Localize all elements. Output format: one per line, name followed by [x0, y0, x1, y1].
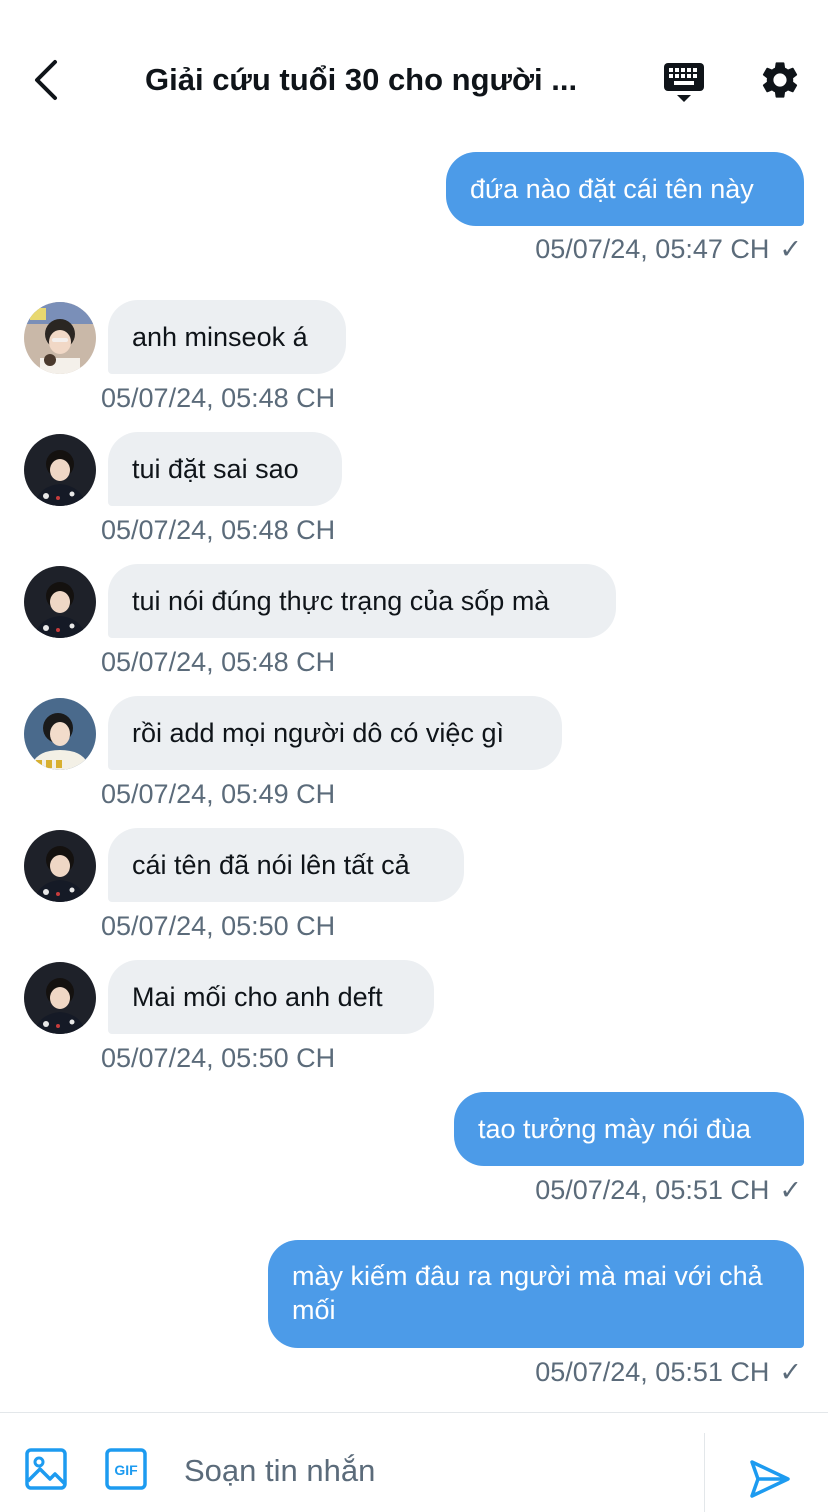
message-text: mày kiếm đâu ra người mà mai với chả mối	[292, 1261, 763, 1325]
avatar[interactable]	[24, 698, 96, 770]
keyboard-shortcuts-button[interactable]	[660, 58, 708, 106]
message-bubble-outgoing[interactable]: đứa nào đặt cái tên này	[446, 152, 804, 226]
message-bubble-outgoing[interactable]: tao tưởng mày nói đùa	[454, 1092, 804, 1166]
svg-text:GIF: GIF	[114, 1462, 138, 1478]
avatar[interactable]	[24, 962, 96, 1034]
message-text: tao tưởng mày nói đùa	[478, 1114, 751, 1144]
message-bubble-incoming[interactable]: rồi add mọi người dô có việc gì	[108, 696, 562, 770]
message-timestamp: 05/07/24, 05:48 CH	[101, 515, 336, 545]
message-text: rồi add mọi người dô có việc gì	[132, 718, 504, 748]
message-timestamp: 05/07/24, 05:51 CH ✓	[535, 1357, 802, 1387]
avatar[interactable]	[24, 434, 96, 506]
message-timestamp: 05/07/24, 05:48 CH	[101, 647, 336, 677]
message-text: cái tên đã nói lên tất cả	[132, 850, 410, 880]
message-timestamp: 05/07/24, 05:50 CH	[101, 1043, 336, 1073]
message-timestamp: 05/07/24, 05:49 CH	[101, 779, 336, 809]
message-bubble-incoming[interactable]: tui đặt sai sao	[108, 432, 342, 506]
image-icon	[25, 1448, 67, 1490]
message-text: tui đặt sai sao	[132, 454, 299, 484]
add-gif-button[interactable]: GIF	[104, 1447, 152, 1495]
message-input[interactable]	[184, 1447, 684, 1495]
avatar[interactable]	[24, 830, 96, 902]
send-button[interactable]	[748, 1457, 796, 1505]
chat-header: Giải cứu tuổi 30 cho người ...	[0, 0, 828, 140]
avatar[interactable]	[24, 566, 96, 638]
message-timestamp: 05/07/24, 05:47 CH ✓	[535, 234, 802, 264]
message-bubble-incoming[interactable]: cái tên đã nói lên tất cả	[108, 828, 464, 902]
message-bubble-outgoing[interactable]: mày kiếm đâu ra người mà mai với chả mối	[268, 1240, 804, 1348]
message-bubble-incoming[interactable]: Mai mối cho anh deft	[108, 960, 434, 1034]
message-composer: GIF	[0, 1412, 828, 1512]
message-timestamp: 05/07/24, 05:50 CH	[101, 911, 336, 941]
check-icon: ✓	[779, 1357, 802, 1387]
add-image-button[interactable]	[24, 1447, 72, 1495]
message-timestamp: 05/07/24, 05:48 CH	[101, 383, 336, 413]
message-bubble-incoming[interactable]: anh minseok á	[108, 300, 346, 374]
message-text: anh minseok á	[132, 322, 308, 352]
gif-icon: GIF	[105, 1448, 147, 1490]
settings-button[interactable]	[756, 56, 804, 104]
message-text: đứa nào đặt cái tên này	[470, 174, 754, 204]
conversation-title[interactable]: Giải cứu tuổi 30 cho người ...	[145, 58, 605, 102]
check-icon: ✓	[779, 234, 802, 264]
keyboard-icon	[664, 63, 704, 102]
chevron-left-icon	[35, 60, 57, 100]
message-bubble-incoming[interactable]: tui nói đúng thực trạng của sốp mà	[108, 564, 616, 638]
message-timestamp: 05/07/24, 05:51 CH ✓	[535, 1175, 802, 1205]
message-text: Mai mối cho anh deft	[132, 982, 383, 1012]
avatar[interactable]	[24, 302, 96, 374]
message-text: tui nói đúng thực trạng của sốp mà	[132, 586, 550, 616]
check-icon: ✓	[779, 1175, 802, 1205]
send-icon	[750, 1460, 790, 1498]
composer-divider	[704, 1433, 705, 1512]
gear-icon	[762, 62, 798, 98]
back-button[interactable]	[24, 56, 68, 104]
